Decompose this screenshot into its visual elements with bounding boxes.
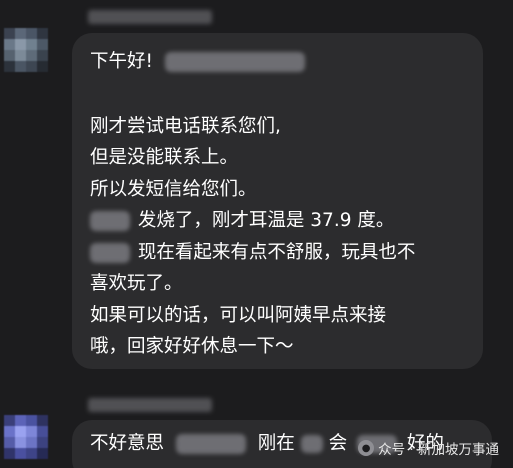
message-line: 现在看起来有点不舒服，玩具也不 (90, 241, 415, 265)
message-bubble[interactable]: 下午好! 刚才尝试电话联系您们, 但是没能联系上。 所以发短信给您们。 发烧了，… (72, 33, 483, 369)
redacted-text (300, 435, 323, 453)
sender-name-redacted (88, 10, 212, 24)
greeting-text: 下午好! (90, 51, 153, 72)
reply-text: 会 (328, 433, 348, 454)
child-name-redacted (90, 211, 130, 231)
sender-name-redacted (88, 398, 212, 412)
condition-text: 现在看起来有点不舒服，玩具也不 (137, 242, 416, 263)
message-line: 发烧了，刚才耳温是 37.9 度。 (90, 209, 394, 233)
message-line: 所以发短信给您们。 (90, 179, 257, 200)
message-line: 哦，回家好好休息一下～ (90, 336, 294, 357)
fever-text: 发烧了，刚才耳温是 37.9 度。 (137, 210, 395, 231)
recipient-name-redacted (164, 52, 305, 72)
source-watermark: ● 众号 · 新加坡万事通 (358, 438, 499, 458)
message-line: 刚才尝试电话联系您们, (90, 116, 281, 137)
avatar[interactable] (4, 415, 48, 459)
message-line: 喜欢玩了。 (90, 273, 183, 294)
redacted-text (175, 434, 246, 454)
avatar[interactable] (4, 28, 48, 72)
wechat-icon: ● (358, 440, 375, 456)
message-line: 下午好! (90, 50, 305, 74)
reply-text: 刚在 (257, 433, 295, 454)
message-line: 如果可以的话，可以叫阿姨早点来接 (90, 305, 387, 326)
watermark-text: 众号 · 新加坡万事通 (378, 442, 499, 458)
message-line: 但是没能联系上。 (90, 147, 239, 168)
apology-text: 不好意思 (90, 433, 165, 454)
child-name-redacted (90, 243, 130, 263)
chat-window: 下午好! 刚才尝试电话联系您们, 但是没能联系上。 所以发短信给您们。 发烧了，… (0, 0, 513, 468)
